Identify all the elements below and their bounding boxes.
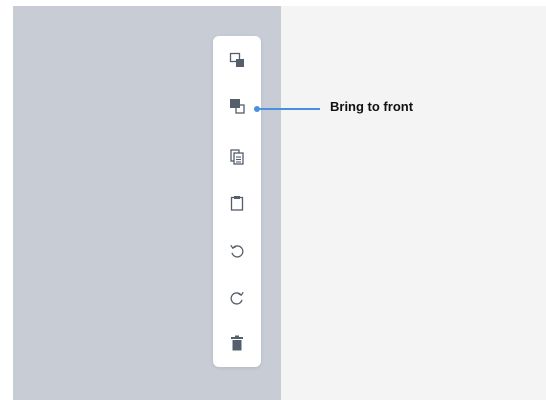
send-to-back-icon	[229, 52, 245, 68]
copy-button[interactable]	[225, 145, 249, 169]
paste-icon	[230, 195, 244, 211]
delete-icon	[230, 335, 244, 351]
side-panel	[281, 6, 546, 400]
undo-button[interactable]	[225, 239, 249, 263]
copy-icon	[230, 149, 244, 165]
paste-button[interactable]	[225, 191, 249, 215]
callout-label: Bring to front	[330, 99, 414, 114]
redo-icon	[229, 290, 245, 306]
redo-button[interactable]	[225, 286, 249, 310]
bring-to-front-icon	[229, 98, 245, 114]
vertical-toolbar	[213, 36, 261, 367]
delete-button[interactable]	[225, 331, 249, 355]
bring-to-front-button[interactable]	[225, 94, 249, 118]
undo-icon	[229, 243, 245, 259]
callout-line	[260, 108, 320, 110]
send-to-back-button[interactable]	[225, 48, 249, 72]
